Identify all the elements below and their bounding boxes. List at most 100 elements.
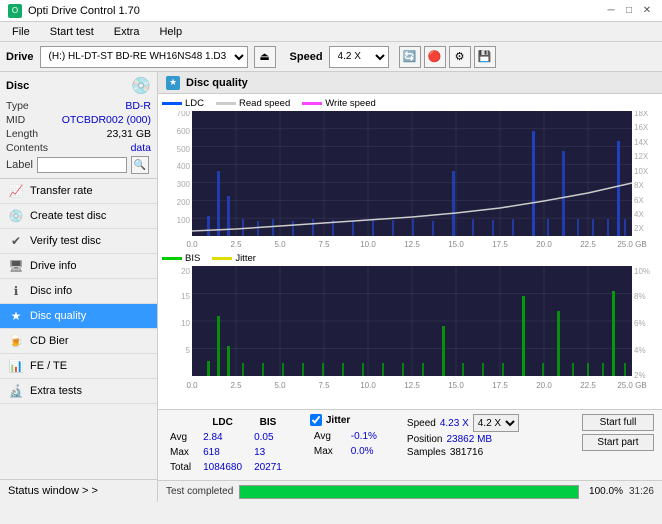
progress-bar-inner	[240, 486, 578, 498]
disc-label-button[interactable]: 🔍	[131, 156, 149, 174]
charts-area: LDC Read speed Write speed	[158, 94, 662, 409]
drive-info-icon: 🖥	[8, 259, 24, 273]
eject-button[interactable]: ⏏	[254, 46, 276, 68]
settings-button[interactable]: ⚙	[449, 46, 471, 68]
svg-text:12X: 12X	[634, 152, 649, 161]
svg-text:15.0: 15.0	[448, 240, 464, 249]
save-button[interactable]: 💾	[474, 46, 496, 68]
sidebar-item-label: Transfer rate	[30, 185, 93, 197]
status-window-button[interactable]: Status window > >	[0, 479, 157, 502]
app-title: Opti Drive Control 1.70	[28, 5, 140, 17]
svg-text:8%: 8%	[634, 292, 646, 301]
stats-area: LDC BIS Avg 2.84 0.05 Max 618 13 Total 1…	[158, 409, 662, 480]
progress-bar-outer	[239, 485, 579, 499]
verify-test-disc-icon: ✔	[8, 234, 24, 248]
drive-select[interactable]: (H:) HL-DT-ST BD-RE WH16NS48 1.D3	[40, 46, 248, 68]
menu-extra[interactable]: Extra	[110, 25, 144, 39]
svg-text:18X: 18X	[634, 111, 649, 118]
app-icon: O	[8, 4, 22, 18]
sidebar-item-disc-info[interactable]: ℹ Disc info	[0, 279, 157, 304]
disc-mid-row: MID OTCBDR002 (000)	[6, 114, 151, 126]
jitter-table: Avg -0.1% Max 0.0%	[310, 428, 387, 460]
close-button[interactable]: ✕	[640, 4, 654, 18]
position-value: 23862 MB	[446, 434, 492, 445]
sidebar-item-create-test-disc[interactable]: 💿 Create test disc	[0, 204, 157, 229]
speed-stat-value: 4.23 X	[440, 418, 469, 429]
svg-text:10%: 10%	[634, 267, 650, 276]
progress-percent: 100.0%	[585, 486, 623, 497]
disc-section: Disc 💿 Type BD-R MID OTCBDR002 (000) Len…	[0, 72, 157, 179]
speed-label: Speed	[290, 51, 323, 63]
svg-text:10.0: 10.0	[360, 381, 376, 390]
burn-button[interactable]: 🔴	[424, 46, 446, 68]
col-ldc-header: LDC	[201, 416, 250, 429]
svg-text:5.0: 5.0	[274, 240, 286, 249]
speed-stat-select[interactable]: 4.2 X	[473, 414, 519, 432]
svg-text:500: 500	[177, 145, 191, 154]
total-bis: 20271	[252, 461, 290, 474]
sidebar-item-drive-info[interactable]: 🖥 Drive info	[0, 254, 157, 279]
sidebar-item-label: Extra tests	[30, 385, 82, 397]
sidebar-item-label: Drive info	[30, 260, 76, 272]
sidebar-item-label: CD Bier	[30, 335, 69, 347]
refresh-button[interactable]: 🔄	[399, 46, 421, 68]
speed-select[interactable]: 4.2 X 2.0 X 1.0 X	[329, 46, 389, 68]
sidebar-item-cd-bier[interactable]: 🍺 CD Bier	[0, 329, 157, 354]
disc-label-input[interactable]	[37, 157, 127, 173]
disc-type-label: Type	[6, 100, 29, 112]
col-bis-header: BIS	[252, 416, 290, 429]
disc-info-icon: ℹ	[8, 284, 24, 298]
svg-text:4X: 4X	[634, 210, 644, 219]
sidebar-item-extra-tests[interactable]: 🔬 Extra tests	[0, 379, 157, 404]
stats-total-row: Total 1084680 20271	[168, 461, 290, 474]
sidebar-item-label: FE / TE	[30, 360, 67, 372]
write-speed-legend-label: Write speed	[325, 98, 376, 109]
minimize-button[interactable]: ─	[604, 4, 618, 18]
read-speed-legend-label: Read speed	[239, 98, 290, 109]
stats-table: LDC BIS Avg 2.84 0.05 Max 618 13 Total 1…	[166, 414, 292, 476]
chart2-container: BIS Jitter	[162, 253, 658, 405]
drive-label: Drive	[6, 51, 34, 63]
svg-text:8X: 8X	[634, 181, 644, 190]
maximize-button[interactable]: □	[622, 4, 636, 18]
disc-quality-header: ★ Disc quality	[158, 72, 662, 94]
jitter-checkbox[interactable]	[310, 414, 322, 426]
max-label: Max	[168, 446, 199, 459]
menu-start-test[interactable]: Start test	[46, 25, 98, 39]
svg-text:0.0: 0.0	[186, 381, 198, 390]
disc-section-title: Disc	[6, 80, 29, 92]
legend-bis: BIS	[162, 253, 200, 264]
sidebar-item-disc-quality[interactable]: ★ Disc quality	[0, 304, 157, 329]
disc-mid-value: OTCBDR002 (000)	[62, 114, 151, 126]
sidebar-item-verify-test-disc[interactable]: ✔ Verify test disc	[0, 229, 157, 254]
stats-avg-row: Avg 2.84 0.05	[168, 431, 290, 444]
sidebar-item-transfer-rate[interactable]: 📈 Transfer rate	[0, 179, 157, 204]
disc-type-value: BD-R	[125, 100, 151, 112]
menu-file[interactable]: File	[8, 25, 34, 39]
fe-te-icon: 📊	[8, 359, 24, 373]
svg-text:2.5: 2.5	[230, 381, 242, 390]
progress-status: Test completed	[166, 486, 233, 497]
avg-bis: 0.05	[252, 431, 290, 444]
start-part-button[interactable]: Start part	[582, 434, 654, 451]
total-ldc: 1084680	[201, 461, 250, 474]
svg-text:17.5: 17.5	[492, 240, 508, 249]
ldc-legend-color	[162, 102, 182, 105]
svg-text:2%: 2%	[634, 371, 646, 380]
jitter-avg-label: Avg	[312, 430, 341, 443]
jitter-max-value: 0.0%	[343, 445, 385, 458]
samples-label: Samples	[407, 447, 446, 458]
extra-tests-icon: 🔬	[8, 384, 24, 398]
avg-ldc: 2.84	[201, 431, 250, 444]
title-bar: O Opti Drive Control 1.70 ─ □ ✕	[0, 0, 662, 22]
legend-jitter: Jitter	[212, 253, 256, 264]
sidebar-item-fe-te[interactable]: 📊 FE / TE	[0, 354, 157, 379]
svg-text:600: 600	[177, 127, 191, 136]
svg-text:22.5: 22.5	[580, 381, 596, 390]
menu-help[interactable]: Help	[155, 25, 186, 39]
main-content: ★ Disc quality LDC Read speed	[158, 72, 662, 502]
svg-text:10: 10	[181, 319, 190, 328]
chart1-svg: 700 600 500 400 300 200 100 18X 16X 14X …	[162, 111, 656, 251]
stats-max-row: Max 618 13	[168, 446, 290, 459]
start-full-button[interactable]: Start full	[582, 414, 654, 431]
